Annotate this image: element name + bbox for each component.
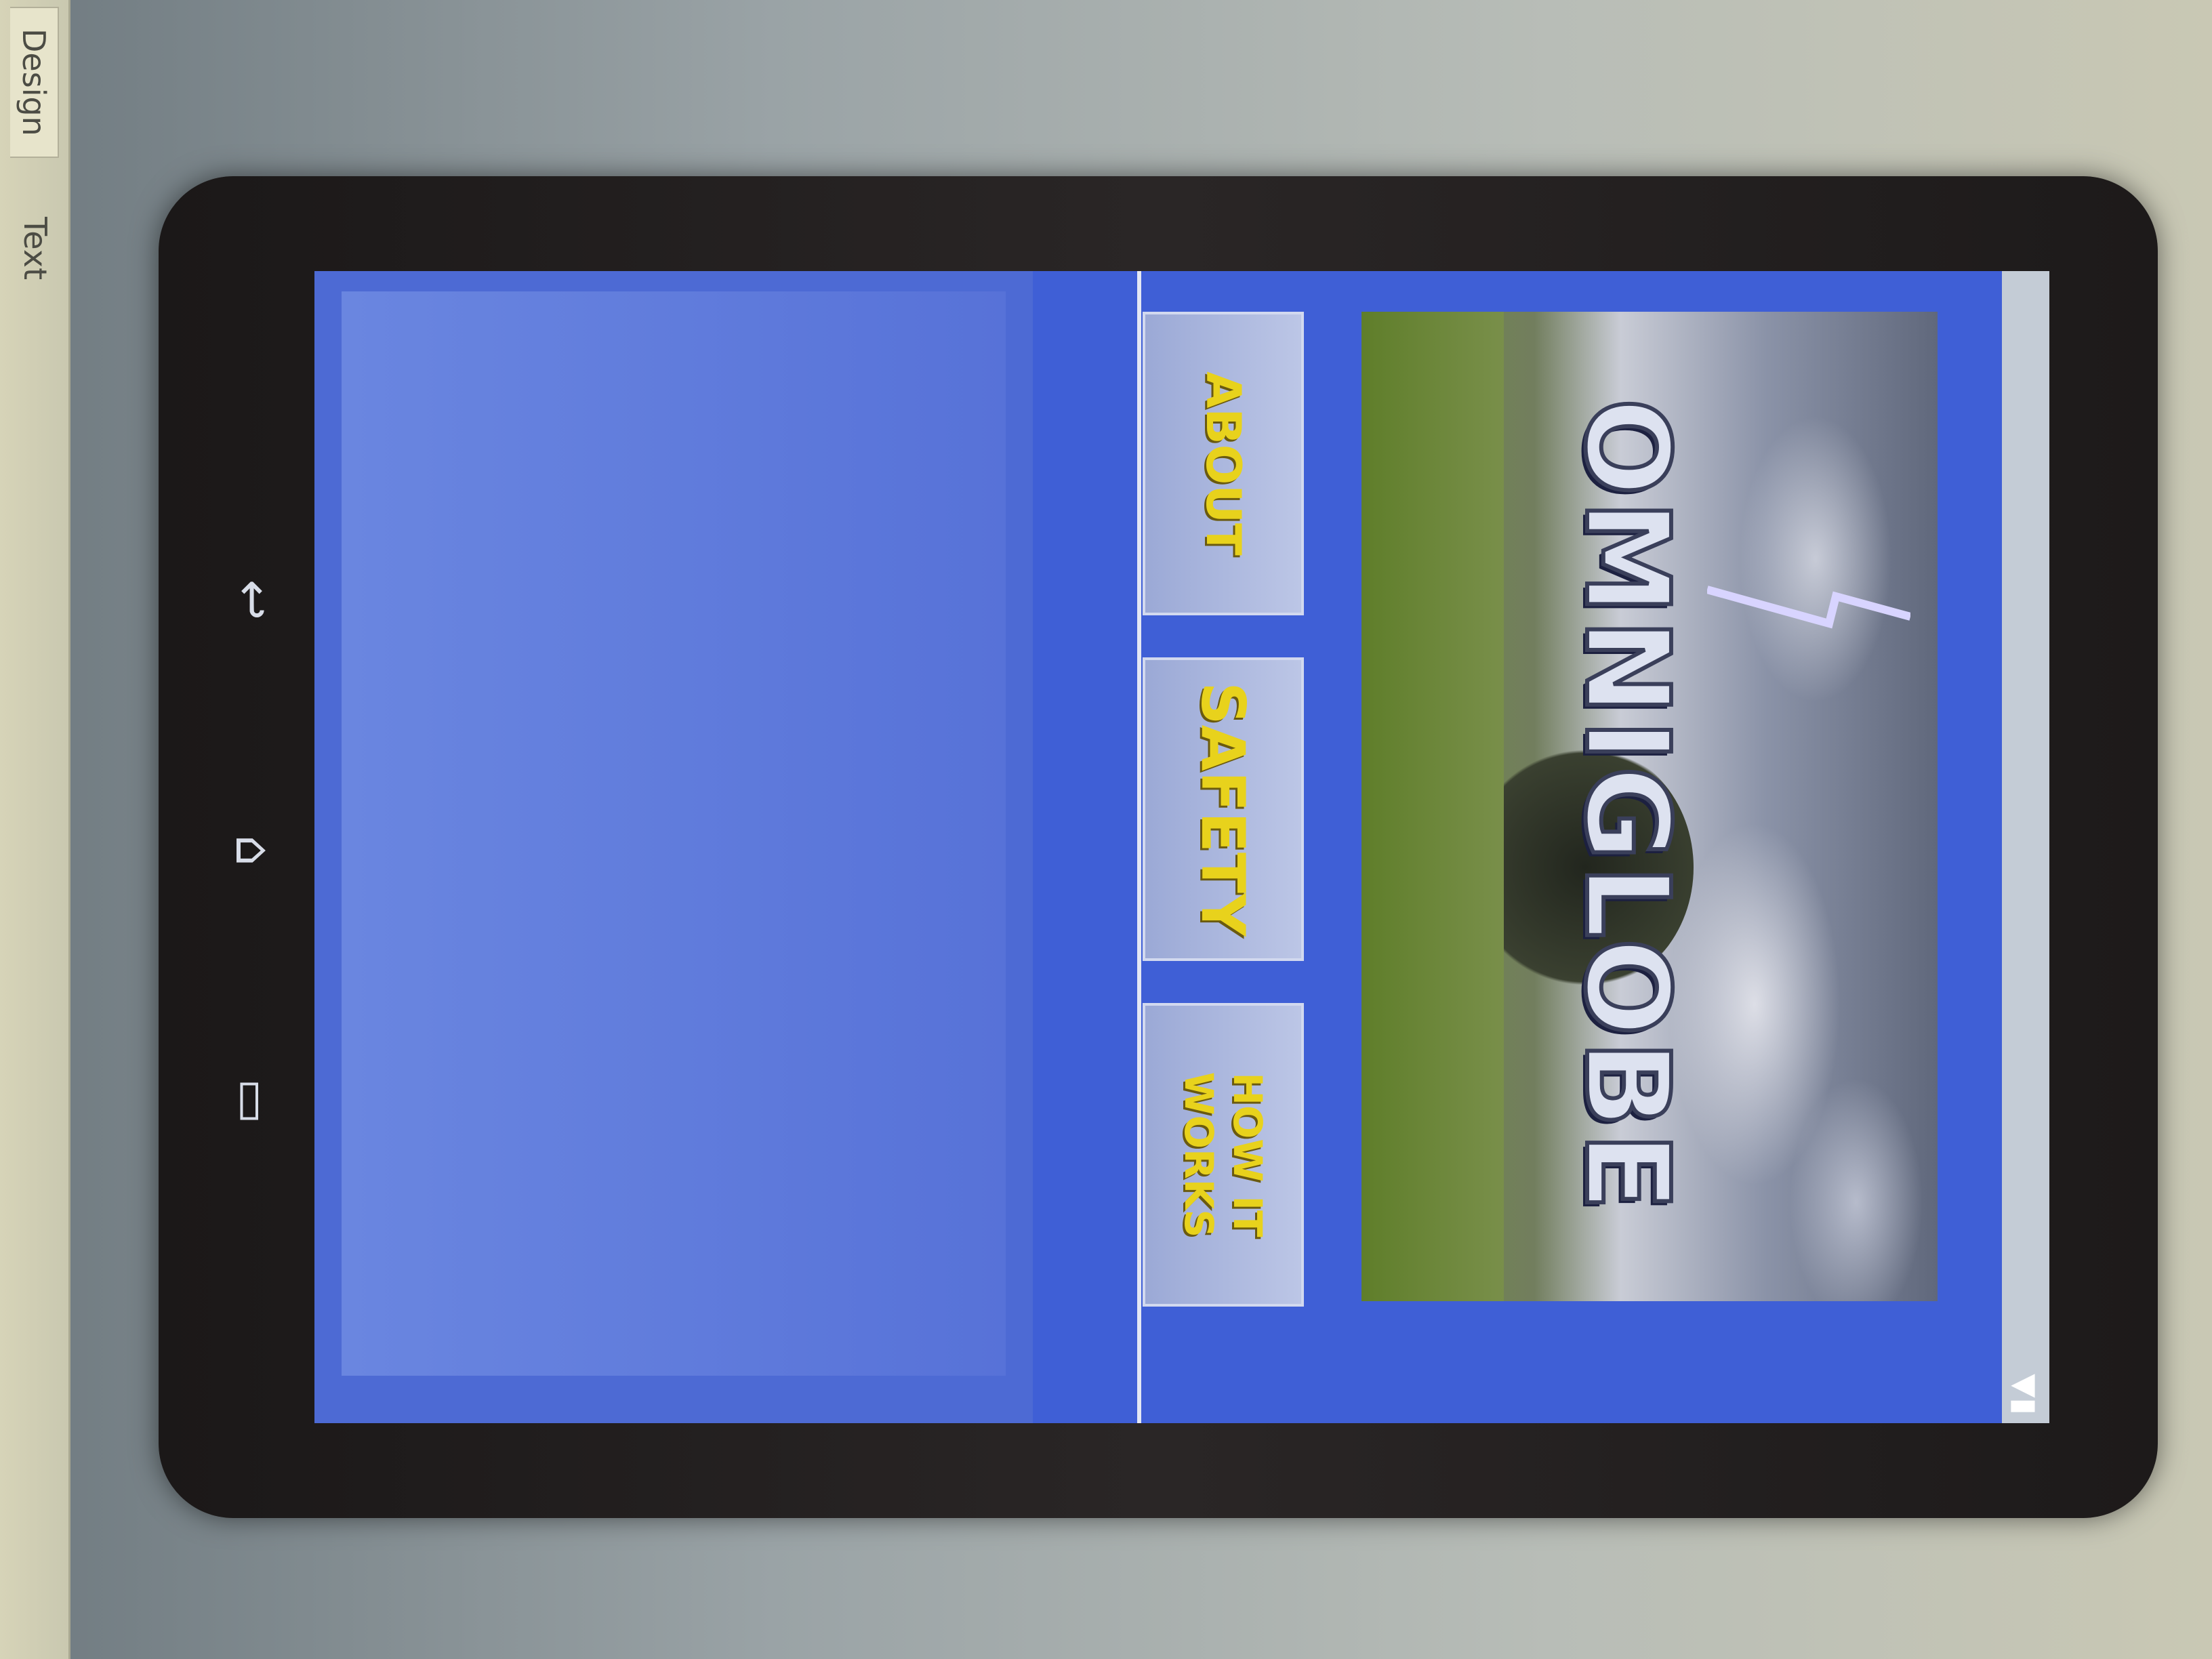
rotated-photo-frame: ▼▮ OMNIGLOBE ABOUT SAFETY HOW IT WORKS ↩… [0, 0, 2212, 1659]
device-screen: ▼▮ OMNIGLOBE ABOUT SAFETY HOW IT WORKS [314, 271, 2049, 1423]
app-title: OMNIGLOBE [1557, 396, 1696, 1216]
lightning-icon [1707, 586, 1910, 629]
nav-divider [1137, 271, 1141, 1423]
system-navigation-bar: ↩ ⌂ ▭ [199, 271, 301, 1423]
banner-field [1361, 312, 1504, 1301]
tab-design[interactable]: Design [10, 7, 59, 158]
tab-text[interactable]: Text [12, 197, 59, 300]
how-it-works-button[interactable]: HOW IT WORKS [1143, 1003, 1304, 1307]
content-area [314, 271, 1033, 1423]
status-icons: ▼▮ [2007, 1374, 2044, 1415]
banner-image: OMNIGLOBE [1361, 312, 1938, 1301]
recents-icon[interactable]: ▭ [225, 1064, 282, 1139]
main-nav: ABOUT SAFETY HOW IT WORKS [1128, 271, 1304, 1423]
content-panel [342, 291, 1006, 1376]
status-bar: ▼▮ [2002, 271, 2049, 1423]
android-tablet-preview: ▼▮ OMNIGLOBE ABOUT SAFETY HOW IT WORKS ↩… [159, 176, 2158, 1518]
app-header-panel: OMNIGLOBE ABOUT SAFETY HOW IT WORKS [1033, 271, 2002, 1423]
editor-tab-bar: Design Text [0, 0, 70, 1659]
back-icon[interactable]: ↩ [225, 562, 282, 637]
home-icon[interactable]: ⌂ [225, 813, 282, 888]
about-button[interactable]: ABOUT [1143, 312, 1304, 615]
safety-button[interactable]: SAFETY [1143, 657, 1304, 961]
